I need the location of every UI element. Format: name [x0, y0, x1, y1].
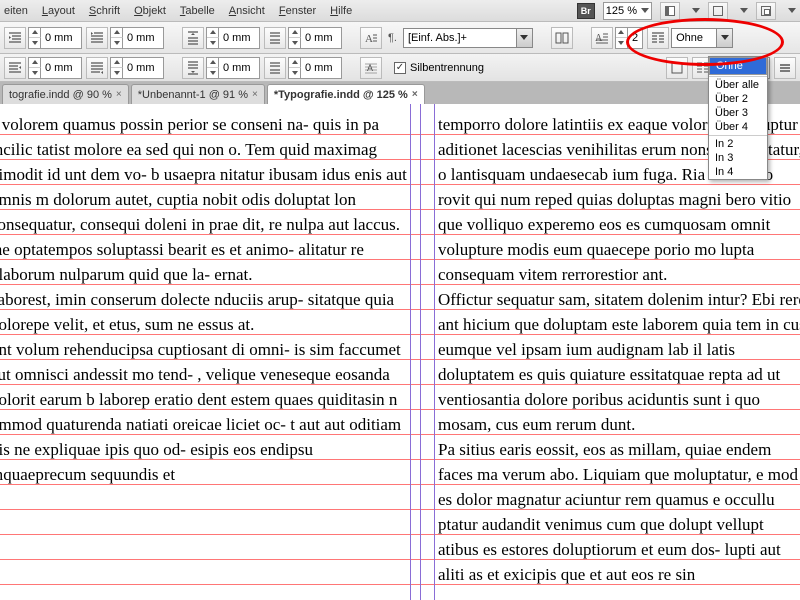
dropdown-option[interactable]: Über alle [709, 78, 767, 92]
chevron-down-icon [716, 29, 732, 47]
menu-schrift[interactable]: Schrift [89, 5, 120, 17]
span-columns-select[interactable]: Ohne [671, 28, 733, 48]
indent-last-line-field[interactable]: 0 mm [110, 57, 164, 79]
dropcap-icon[interactable]: A [360, 27, 382, 49]
indent-right-field[interactable]: 0 mm [28, 57, 82, 79]
space-between-field[interactable]: 0 mm [288, 27, 342, 49]
document-tab[interactable]: *Typografie.indd @ 125 %× [267, 84, 425, 104]
chevron-down-icon [788, 8, 796, 13]
panel-menu-icon[interactable] [774, 57, 796, 79]
zoom-select[interactable]: 125 % [603, 2, 652, 20]
document-tab[interactable]: tografie.indd @ 90 %× [2, 84, 129, 104]
menu-hilfe[interactable]: Hilfe [330, 5, 352, 17]
menu-tabelle[interactable]: Tabelle [180, 5, 215, 17]
indent-left-icon[interactable] [4, 27, 26, 49]
menu-bar: eiten Layout Schrift Objekt Tabelle Ansi… [0, 0, 800, 22]
dropcap-lines-icon[interactable]: A [591, 27, 613, 49]
screen-mode-icon[interactable] [708, 2, 728, 20]
space-between-icon[interactable] [264, 27, 286, 49]
dropdown-option[interactable]: Ohne [709, 57, 767, 75]
chevron-down-icon [692, 8, 700, 13]
text-column-left[interactable]: e volorem quamus possin perior se consen… [0, 112, 408, 600]
control-panel-row1: 0 mm 0 mm 0 mm 0 mm A ¶. [Einf. Abs.]+ A… [0, 22, 800, 54]
menu-layout[interactable]: Layout [42, 5, 75, 17]
columns-icon[interactable] [551, 27, 573, 49]
indent-left-field[interactable]: 0 mm [28, 27, 82, 49]
menu-file-partial[interactable]: eiten [4, 5, 28, 17]
space-after-field[interactable]: 0 mm [206, 57, 260, 79]
dropdown-option[interactable]: In 4 [709, 165, 767, 179]
document-tab[interactable]: *Unbenannt-1 @ 91 %× [131, 84, 265, 104]
paragraph-style-select[interactable]: [Einf. Abs.]+ [403, 28, 533, 48]
indent-first-line-field[interactable]: 0 mm [110, 27, 164, 49]
dropdown-option[interactable]: In 2 [709, 137, 767, 151]
dropdown-option[interactable]: In 3 [709, 151, 767, 165]
close-icon[interactable]: × [252, 89, 258, 100]
space-between-same-field[interactable]: 0 mm [288, 57, 342, 79]
close-icon[interactable]: × [116, 89, 122, 100]
control-panel-row2: 0 mm 0 mm 0 mm 0 mm A ✓Silbentrennung 8 … [0, 54, 800, 82]
indent-first-line-icon[interactable] [86, 27, 108, 49]
svg-text:A: A [367, 63, 373, 73]
space-before-field[interactable]: 0 mm [206, 27, 260, 49]
menu-ansicht[interactable]: Ansicht [229, 5, 265, 17]
view-mode-icon[interactable] [660, 2, 680, 20]
space-before-icon[interactable] [182, 27, 204, 49]
baseline-grid-icon[interactable]: A [360, 57, 382, 79]
chevron-down-icon [740, 8, 748, 13]
svg-text:A: A [595, 33, 603, 44]
dropdown-option[interactable]: Über 3 [709, 106, 767, 120]
space-between-same-icon[interactable] [264, 57, 286, 79]
indent-right-icon[interactable] [4, 57, 26, 79]
checkbox-icon: ✓ [394, 62, 406, 74]
dropdown-option[interactable]: Über 2 [709, 92, 767, 106]
menu-fenster[interactable]: Fenster [279, 5, 316, 17]
chevron-down-icon [516, 29, 532, 47]
align-to-grid-icon[interactable] [666, 57, 688, 79]
menu-objekt[interactable]: Objekt [134, 5, 166, 17]
dropdown-option[interactable]: Über 4 [709, 120, 767, 134]
document-view[interactable]: e volorem quamus possin perior se consen… [0, 104, 800, 600]
indent-last-line-icon[interactable] [86, 57, 108, 79]
hyphenation-checkbox[interactable]: ✓Silbentrennung [394, 62, 484, 74]
close-icon[interactable]: × [412, 89, 418, 100]
text-column-right[interactable]: temporro dolore latintiis ex eaque volor… [438, 112, 800, 600]
bridge-icon[interactable]: Br [577, 3, 595, 19]
svg-text:A: A [365, 33, 373, 45]
space-after-icon[interactable] [182, 57, 204, 79]
span-columns-icon[interactable] [647, 27, 669, 49]
document-tabs: tografie.indd @ 90 %× *Unbenannt-1 @ 91 … [0, 82, 800, 104]
arrange-icon[interactable] [756, 2, 776, 20]
dropcap-lines-field[interactable]: 2 [615, 27, 643, 49]
span-columns-dropdown-menu: Ohne Über alle Über 2 Über 3 Über 4 In 2… [708, 56, 768, 180]
chevron-down-icon [641, 8, 649, 13]
